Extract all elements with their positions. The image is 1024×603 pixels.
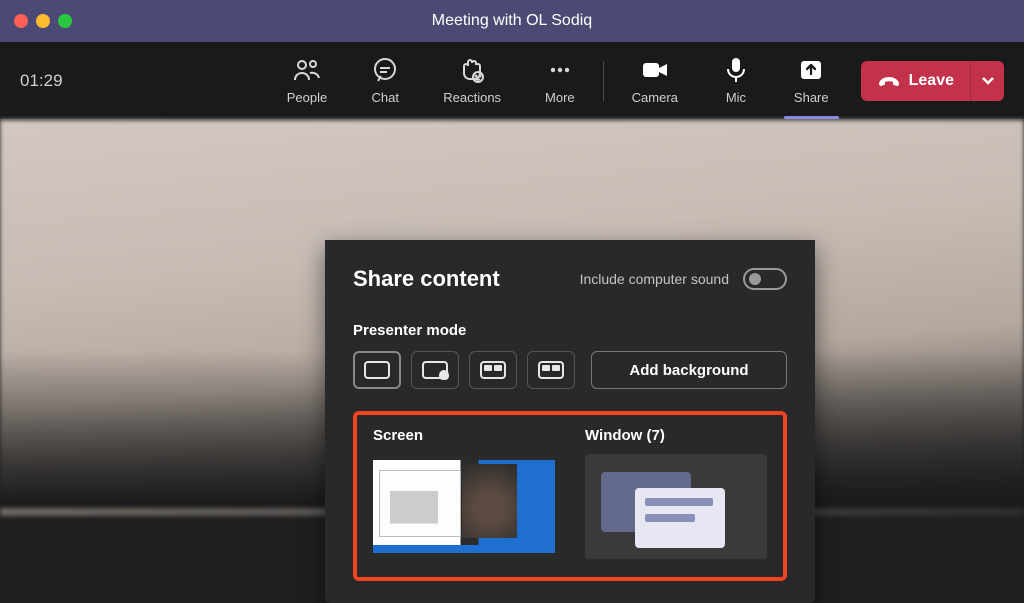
reactions-button[interactable]: Reactions: [421, 56, 523, 105]
presenter-mode-label: Presenter mode: [353, 322, 787, 339]
share-screen-label: Screen: [373, 427, 555, 444]
presenter-mode-standout[interactable]: [411, 351, 459, 389]
reactions-label: Reactions: [443, 90, 501, 105]
include-sound-toggle[interactable]: [743, 268, 787, 290]
fullscreen-window-icon[interactable]: [58, 14, 72, 28]
more-label: More: [545, 90, 575, 105]
chat-label: Chat: [372, 90, 399, 105]
chevron-down-icon: [981, 76, 995, 86]
leave-label: Leave: [909, 72, 954, 90]
toolbar-divider: [603, 61, 604, 101]
people-label: People: [287, 90, 327, 105]
title-bar: Meeting with OL Sodiq: [0, 0, 1024, 42]
leave-button[interactable]: Leave: [861, 61, 970, 101]
minimize-window-icon[interactable]: [36, 14, 50, 28]
camera-icon: [641, 56, 669, 84]
share-window-label: Window (7): [585, 427, 767, 444]
close-window-icon[interactable]: [14, 14, 28, 28]
presenter-mode-reporter[interactable]: [527, 351, 575, 389]
mic-label: Mic: [726, 90, 746, 105]
camera-button[interactable]: Camera: [610, 56, 700, 105]
chat-button[interactable]: Chat: [349, 56, 421, 105]
mic-icon: [722, 56, 750, 84]
camera-label: Camera: [632, 90, 678, 105]
presenter-mode-row: Add background: [353, 351, 787, 389]
share-button[interactable]: Share: [772, 56, 851, 105]
mic-button[interactable]: Mic: [700, 56, 772, 105]
presenter-mode-content-only[interactable]: [353, 351, 401, 389]
leave-button-group: Leave: [861, 61, 1004, 101]
window-controls: [14, 14, 72, 28]
people-icon: [293, 56, 321, 84]
share-content-title: Share content: [353, 266, 500, 292]
share-screen-section: Screen: [373, 427, 555, 559]
leave-options-button[interactable]: [970, 61, 1004, 101]
meeting-title: Meeting with OL Sodiq: [0, 12, 1024, 30]
presenter-mode-side-by-side[interactable]: [469, 351, 517, 389]
more-icon: [546, 56, 574, 84]
share-content-panel: Share content Include computer sound Pre…: [325, 240, 815, 603]
add-background-button[interactable]: Add background: [591, 351, 787, 389]
share-window-thumbnail[interactable]: [585, 454, 767, 559]
meeting-timer: 01:29: [20, 71, 100, 91]
hangup-icon: [877, 72, 901, 90]
share-screen-thumbnail[interactable]: [373, 454, 555, 559]
chat-icon: [371, 56, 399, 84]
include-sound-label: Include computer sound: [580, 271, 729, 287]
share-label: Share: [794, 90, 829, 105]
meeting-toolbar: 01:29 People Chat Reactions: [0, 42, 1024, 120]
share-source-highlight: Screen Window (7): [353, 411, 787, 581]
share-window-section: Window (7): [585, 427, 767, 559]
share-icon: [797, 56, 825, 84]
people-button[interactable]: People: [265, 56, 349, 105]
more-button[interactable]: More: [523, 56, 597, 105]
reactions-icon: [458, 56, 486, 84]
